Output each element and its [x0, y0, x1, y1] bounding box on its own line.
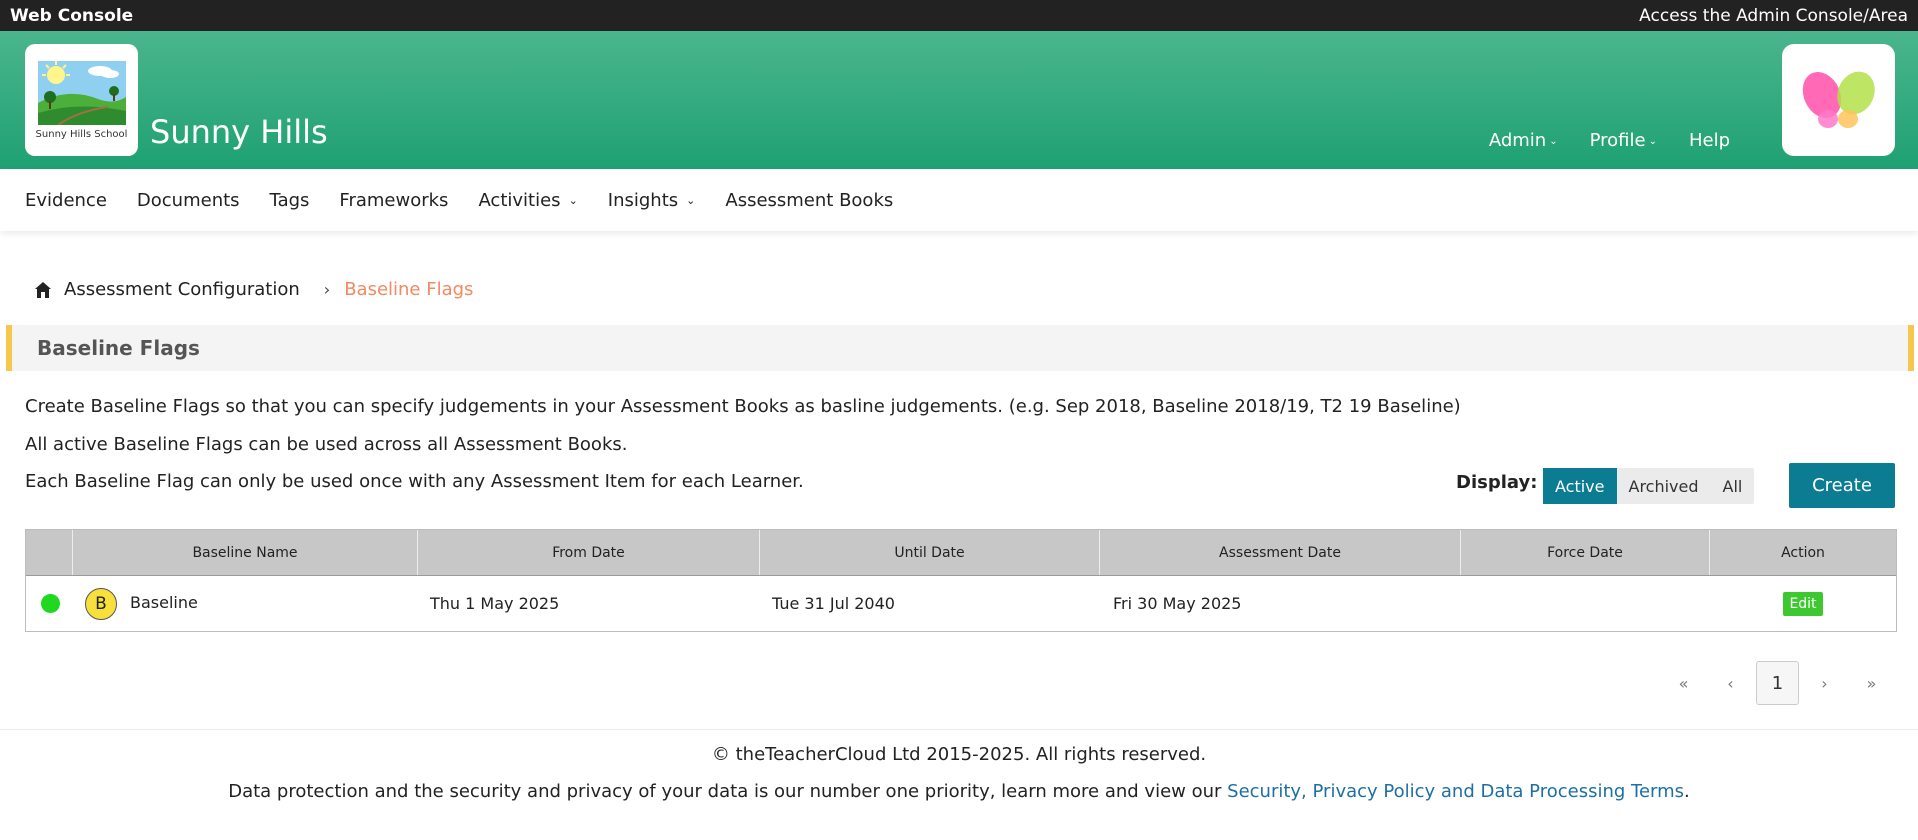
- next-page-button[interactable]: ›: [1801, 674, 1848, 693]
- nav-assessment-books[interactable]: Assessment Books: [725, 190, 893, 211]
- top-bar: Web Console Access the Admin Console/Are…: [0, 0, 1918, 31]
- create-button[interactable]: Create: [1789, 463, 1895, 508]
- filter-all[interactable]: All: [1711, 468, 1755, 504]
- column-header-action: Action: [1781, 544, 1825, 561]
- breadcrumb: Assessment Configuration › Baseline Flag…: [34, 279, 473, 300]
- page-title: Baseline Flags: [37, 336, 200, 360]
- column-header-force-date[interactable]: Force Date: [1461, 530, 1710, 575]
- until-date-cell: Tue 31 Jul 2040: [772, 594, 895, 613]
- nav-evidence[interactable]: Evidence: [25, 190, 107, 211]
- action-cell: Edit: [1710, 576, 1896, 631]
- nav-activities[interactable]: Activities ⌄: [478, 190, 577, 211]
- nav-documents[interactable]: Documents: [137, 190, 240, 211]
- column-header-until-date[interactable]: Until Date: [760, 530, 1100, 575]
- current-page[interactable]: 1: [1756, 661, 1799, 705]
- table-row: B Baseline Thu 1 May 2025 Tue 31 Jul 204…: [26, 575, 1896, 631]
- baseline-badge: B: [85, 587, 117, 620]
- privacy-end: .: [1684, 781, 1690, 802]
- display-label: Display:: [1456, 472, 1538, 493]
- first-page-button[interactable]: «: [1660, 674, 1707, 693]
- logo-caption: Sunny Hills School: [35, 128, 128, 140]
- nav-tags[interactable]: Tags: [270, 190, 310, 211]
- nav-documents-label: Documents: [136, 189, 240, 211]
- last-page-button[interactable]: »: [1848, 674, 1895, 693]
- header-nav: Admin ⌄ Profile ⌄ Help: [1457, 130, 1730, 151]
- chevron-down-icon: ⌄: [686, 193, 696, 207]
- help-link-label: Help: [1688, 130, 1730, 151]
- privacy-policy-link[interactable]: Security, Privacy Policy and Data Proces…: [1227, 781, 1684, 802]
- nav-insights[interactable]: Insights ⌄: [608, 190, 696, 211]
- school-logo[interactable]: Sunny Hills School: [25, 44, 138, 156]
- school-name: Sunny Hills: [150, 113, 328, 151]
- force-date-cell: [1461, 576, 1710, 631]
- baseline-name-cell: B Baseline: [73, 576, 418, 631]
- nav-frameworks[interactable]: Frameworks: [339, 190, 448, 211]
- edit-button[interactable]: Edit: [1783, 591, 1823, 616]
- column-header-status: [26, 530, 73, 575]
- main-nav: Evidence Documents Tags Frameworks Activ…: [0, 169, 1918, 231]
- filter-archived[interactable]: Archived: [1617, 468, 1711, 504]
- admin-menu-label: Admin: [1488, 130, 1547, 151]
- description-line: All active Baseline Flags can be used ac…: [25, 434, 628, 455]
- nav-assessment-books-label: Assessment Books: [725, 189, 894, 211]
- assessment-date-cell: Fri 30 May 2025: [1113, 594, 1242, 613]
- column-header-from-date[interactable]: From Date: [418, 530, 760, 575]
- nav-activities-label: Activities: [478, 189, 561, 211]
- chevron-down-icon: ⌄: [1648, 136, 1657, 147]
- prev-page-button[interactable]: ‹: [1707, 674, 1754, 693]
- column-header-baseline-name[interactable]: Baseline Name: [73, 530, 418, 575]
- web-console-label: Web Console: [10, 5, 134, 26]
- footer-divider: [0, 729, 1918, 730]
- nav-tags-label: Tags: [269, 189, 310, 211]
- footer-copyright: © theTeacherCloud Ltd 2015-2025. All rig…: [711, 744, 1207, 765]
- display-filter: Active Archived All: [1543, 468, 1755, 504]
- nav-insights-label: Insights: [607, 189, 679, 211]
- brand-logo[interactable]: [1782, 44, 1895, 156]
- admin-console-link[interactable]: Access the Admin Console/Area: [1639, 6, 1908, 26]
- profile-menu[interactable]: Profile ⌄: [1590, 130, 1657, 151]
- pagination: « ‹ 1 › »: [1660, 661, 1895, 705]
- status-cell: [26, 576, 73, 631]
- help-link[interactable]: Help: [1689, 130, 1730, 151]
- profile-menu-label: Profile: [1589, 130, 1646, 151]
- butterfly-logo-icon: [1802, 71, 1875, 128]
- footer-privacy: Data protection and the security and pri…: [0, 781, 1918, 802]
- chevron-down-icon: ⌄: [1549, 136, 1558, 147]
- active-status-dot: [41, 594, 60, 613]
- description-line: Create Baseline Flags so that you can sp…: [25, 396, 1461, 417]
- from-date-cell: Thu 1 May 2025: [430, 594, 560, 613]
- nav-frameworks-label: Frameworks: [339, 189, 449, 211]
- privacy-text: Data protection and the security and pri…: [228, 781, 1228, 802]
- breadcrumb-separator: ›: [323, 280, 331, 299]
- filter-active[interactable]: Active: [1543, 468, 1617, 504]
- site-header: Sunny Hills School Sunny Hills Admin ⌄ P…: [0, 31, 1918, 169]
- school-logo-image: [37, 60, 126, 125]
- admin-menu[interactable]: Admin ⌄: [1489, 130, 1558, 151]
- breadcrumb-current: Baseline Flags: [344, 279, 474, 300]
- panel-heading: Baseline Flags: [6, 325, 1914, 371]
- table-header: Baseline Name From Date Until Date Asses…: [26, 530, 1896, 575]
- baseline-name: Baseline: [130, 593, 198, 612]
- home-icon[interactable]: [34, 281, 52, 299]
- column-header-assessment-date[interactable]: Assessment Date: [1100, 530, 1461, 575]
- nav-evidence-label: Evidence: [25, 189, 107, 211]
- baseline-flags-table: Baseline Name From Date Until Date Asses…: [25, 529, 1897, 632]
- breadcrumb-parent[interactable]: Assessment Configuration: [64, 279, 300, 300]
- chevron-down-icon: ⌄: [568, 193, 578, 207]
- description-line: Each Baseline Flag can only be used once…: [25, 471, 804, 492]
